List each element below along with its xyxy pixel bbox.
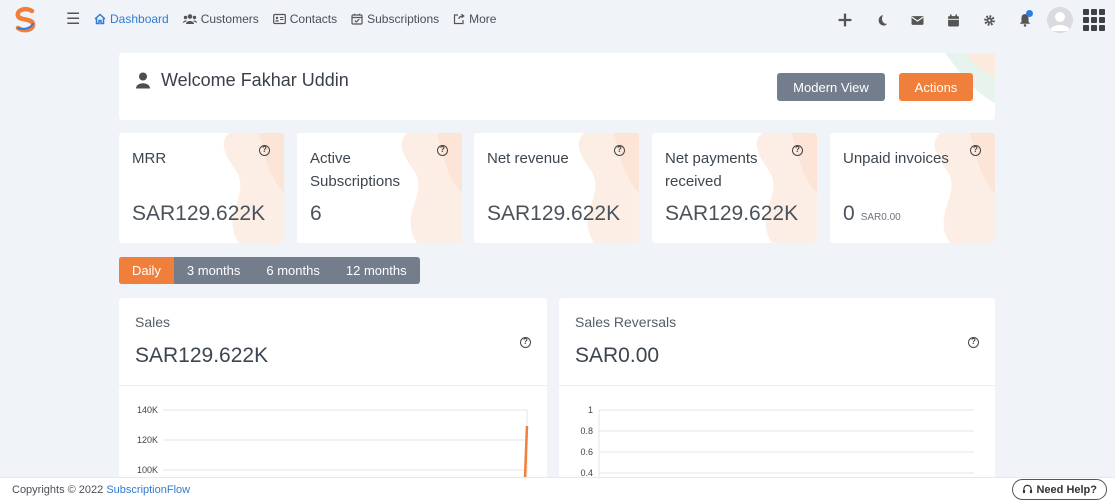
stat-label: Net revenue xyxy=(487,150,569,167)
modern-view-button[interactable]: Modern View xyxy=(777,73,885,101)
notifications-bell-icon[interactable] xyxy=(1007,6,1043,34)
home-icon xyxy=(94,13,106,25)
headset-icon xyxy=(1023,484,1033,494)
stat-value: SAR129.622K xyxy=(665,202,799,225)
sales-card: Sales SAR129.622K ? 140K 120K 100K xyxy=(119,298,547,478)
y-tick-label: 100K xyxy=(137,465,158,475)
subscriptionflow-logo[interactable] xyxy=(12,6,40,34)
nav-customers-label: Customers xyxy=(200,12,259,26)
period-tabs: Daily 3 months 6 months 12 months xyxy=(119,257,420,284)
welcome-card: Welcome Fakhar Uddin Modern View Actions xyxy=(119,53,995,120)
help-icon[interactable]: ? xyxy=(259,145,270,156)
welcome-text: Welcome Fakhar Uddin xyxy=(161,70,349,90)
top-navbar: ☰ Dashboard Customers Contacts Subscript… xyxy=(0,0,1115,40)
stat-value: SAR129.622K xyxy=(132,202,266,225)
nav-actions xyxy=(827,6,1105,34)
stat-card-net-payments: Net payments received ? SAR129.622K xyxy=(652,133,817,243)
stat-label: Active Subscriptions xyxy=(310,150,401,190)
main-nav: Dashboard Customers Contacts Subscriptio… xyxy=(94,12,496,26)
user-icon xyxy=(136,72,150,89)
reversals-value: SAR0.00 xyxy=(575,344,660,367)
nav-contacts[interactable]: Contacts xyxy=(272,12,338,26)
copyright-text: Copyrights © 2022 xyxy=(12,484,104,496)
sales-title: Sales xyxy=(135,314,171,330)
tab-12-months[interactable]: 12 months xyxy=(333,257,420,284)
settings-gear-icon[interactable] xyxy=(971,6,1007,34)
menu-toggle-icon[interactable]: ☰ xyxy=(66,9,80,29)
need-help-button[interactable]: Need Help? xyxy=(1012,479,1107,500)
stat-label: MRR xyxy=(132,150,167,167)
actions-button[interactable]: Actions xyxy=(899,73,973,101)
stat-card-unpaid-invoices: Unpaid invoices ? 0 SAR0.00 xyxy=(830,133,995,243)
reversals-chart: 1 0.8 0.6 0.4 xyxy=(580,405,974,478)
calendar-icon[interactable] xyxy=(935,6,971,34)
add-new-icon[interactable] xyxy=(827,6,863,34)
nav-dashboard-label: Dashboard xyxy=(110,12,169,26)
stat-label: Unpaid invoices xyxy=(843,150,949,167)
nav-more-label: More xyxy=(469,12,497,26)
help-icon[interactable]: ? xyxy=(437,145,448,156)
apps-grid-icon[interactable] xyxy=(1083,9,1105,31)
user-avatar[interactable] xyxy=(1047,7,1073,33)
unpaid-count: 0 xyxy=(843,202,855,225)
page-title: Welcome Fakhar Uddin xyxy=(135,70,349,91)
nav-contacts-label: Contacts xyxy=(289,12,338,26)
calendar-check-icon xyxy=(351,13,363,25)
tab-6-months[interactable]: 6 months xyxy=(253,257,332,284)
sales-chart: 140K 120K 100K xyxy=(137,405,529,478)
dark-mode-moon-icon[interactable] xyxy=(863,6,899,34)
address-card-icon xyxy=(272,13,286,25)
sales-value: SAR129.622K xyxy=(135,344,269,367)
help-icon[interactable]: ? xyxy=(970,145,981,156)
help-icon[interactable]: ? xyxy=(520,337,531,348)
card-decoration xyxy=(223,133,284,243)
y-tick-label: 0.8 xyxy=(580,426,593,436)
tab-daily[interactable]: Daily xyxy=(119,257,174,284)
stat-card-net-revenue: Net revenue ? SAR129.622K xyxy=(474,133,639,243)
y-tick-label: 120K xyxy=(137,435,158,445)
nav-dashboard[interactable]: Dashboard xyxy=(94,12,169,26)
stat-value: 6 xyxy=(310,202,322,225)
y-tick-label: 0.6 xyxy=(580,447,593,457)
copyright: Copyrights © 2022 SubscriptionFlow xyxy=(12,484,190,496)
share-square-icon xyxy=(454,13,465,25)
nav-subscriptions[interactable]: Subscriptions xyxy=(351,12,439,26)
sales-reversals-card: Sales Reversals SAR0.00 ? 1 0.8 0.6 0.4 xyxy=(559,298,995,478)
stat-value: SAR129.622K xyxy=(487,202,621,225)
notification-dot xyxy=(1026,10,1033,17)
stat-card-mrr: MRR ? SAR129.622K xyxy=(119,133,284,243)
stat-value: 0 SAR0.00 xyxy=(843,202,901,226)
help-icon[interactable]: ? xyxy=(968,337,979,348)
stat-card-active-subscriptions: Active Subscriptions ? 6 xyxy=(297,133,462,243)
brand-link[interactable]: SubscriptionFlow xyxy=(106,484,190,496)
reversals-title: Sales Reversals xyxy=(575,314,677,330)
help-icon[interactable]: ? xyxy=(614,145,625,156)
mail-icon[interactable] xyxy=(899,6,935,34)
nav-customers[interactable]: Customers xyxy=(182,12,259,26)
need-help-label: Need Help? xyxy=(1036,483,1097,496)
y-tick-label: 140K xyxy=(137,405,158,415)
nav-more[interactable]: More xyxy=(453,12,496,26)
tab-3-months[interactable]: 3 months xyxy=(174,257,253,284)
unpaid-amount: SAR0.00 xyxy=(860,212,901,223)
footer: Copyrights © 2022 SubscriptionFlow Need … xyxy=(0,477,1115,500)
y-tick-label: 1 xyxy=(588,405,593,415)
nav-subscriptions-label: Subscriptions xyxy=(367,12,440,26)
users-icon xyxy=(182,14,197,24)
card-decoration xyxy=(578,133,639,243)
stat-label: Net payments received xyxy=(665,150,758,190)
help-icon[interactable]: ? xyxy=(792,145,803,156)
